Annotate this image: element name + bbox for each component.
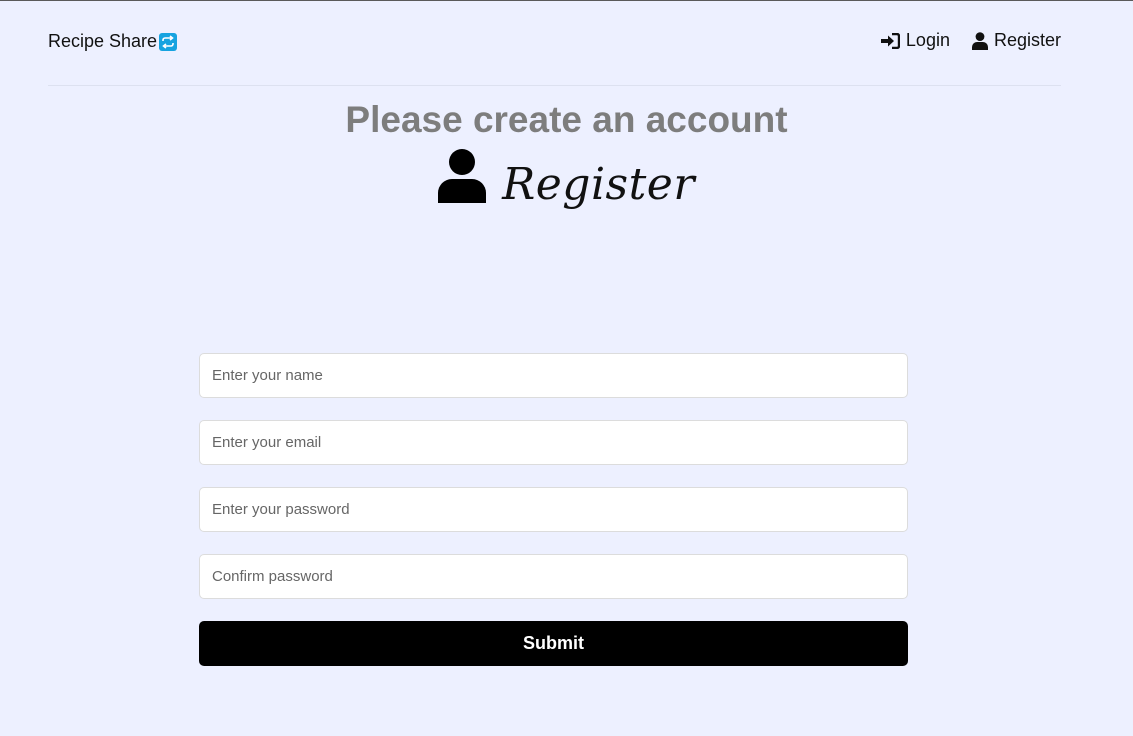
login-label: Login: [905, 30, 950, 50]
login-link[interactable]: Login: [880, 30, 950, 51]
top-nav: Login Register: [880, 30, 1061, 51]
password-input[interactable]: [199, 487, 908, 532]
page-title-text: Register: [502, 158, 695, 210]
brand-name: Recipe Share: [48, 31, 158, 51]
page-subtitle: Please create an account: [345, 99, 788, 140]
sign-in-icon: [880, 32, 900, 49]
confirm-password-input[interactable]: [199, 554, 908, 599]
email-input[interactable]: [199, 420, 908, 465]
page-title: Register: [438, 149, 695, 210]
user-icon: [971, 31, 988, 50]
register-form: Submit: [199, 353, 908, 666]
submit-button[interactable]: Submit: [199, 621, 908, 666]
repeat-icon: [159, 32, 178, 51]
register-link[interactable]: Register: [971, 30, 1061, 51]
register-label: Register: [993, 30, 1061, 50]
brand-logo[interactable]: Recipe Share: [48, 31, 178, 52]
register-heading: Register: [0, 149, 1133, 210]
site-header: Recipe Share Login Register: [48, 1, 1061, 86]
user-icon: [438, 149, 487, 203]
name-input[interactable]: [199, 353, 908, 398]
